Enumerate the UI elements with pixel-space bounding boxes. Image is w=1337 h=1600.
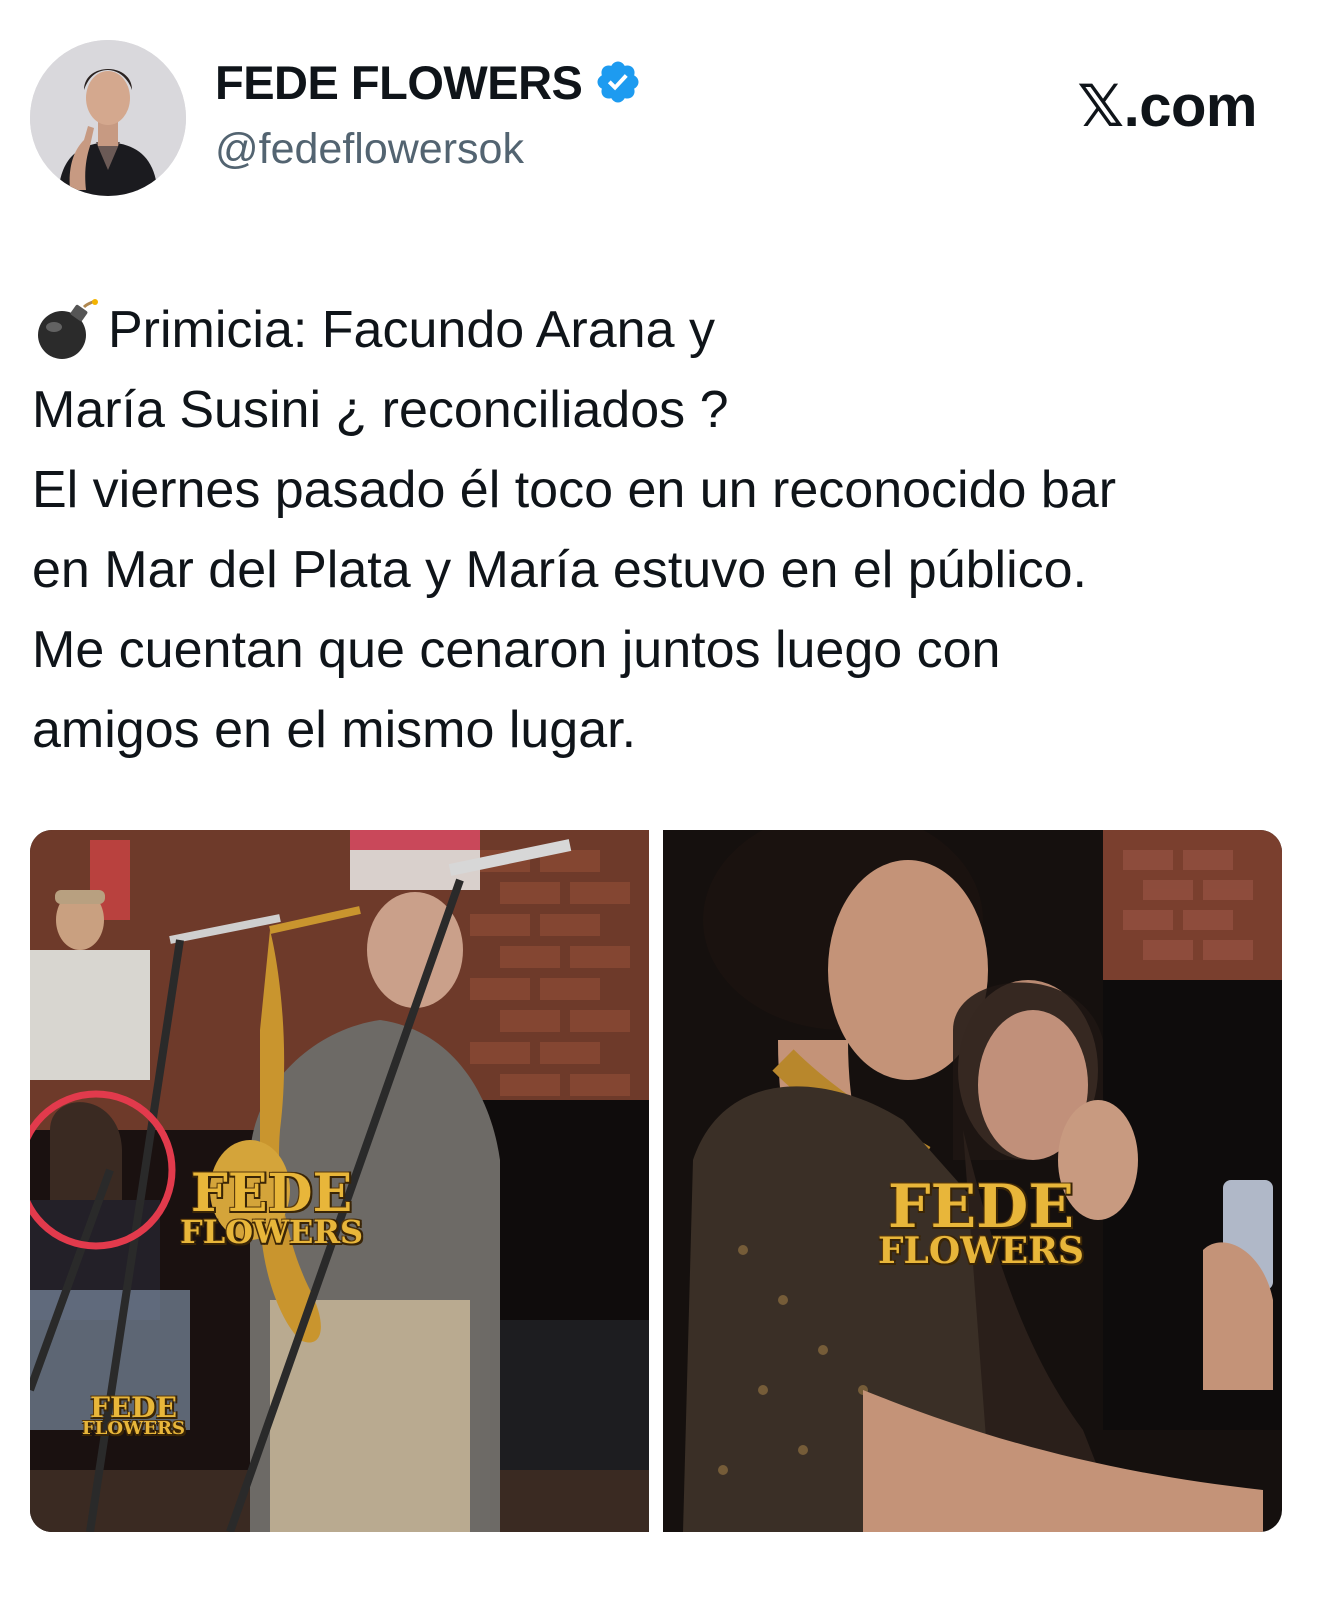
tweet-line: El viernes pasado él toco en un reconoci… — [32, 461, 1117, 519]
watermark-small: FEDE FLOWERS — [82, 1391, 186, 1439]
tweet-line-text: Primicia: Facundo Arana y — [108, 301, 715, 359]
tweet-line: Primicia: Facundo Arana y — [32, 290, 1302, 370]
tweet-text: Primicia: Facundo Arana y María Susini ¿… — [32, 290, 1302, 770]
display-name[interactable]: FEDE FLOWERS — [215, 59, 583, 106]
watermark-bottom: FLOWERS — [878, 1230, 1085, 1273]
watermark-bottom: FLOWERS — [82, 1417, 186, 1439]
photo-audience-women[interactable]: FEDE FLOWERS — [663, 830, 1282, 1532]
tweet-line: Me cuentan que cenaron juntos luego con — [32, 621, 1001, 679]
photo-saxophone-stage[interactable]: FEDE FLOWERS FEDE FLOWERS — [30, 830, 649, 1532]
bomb-icon — [38, 299, 98, 359]
watermark-main: FEDE FLOWERS — [180, 1163, 364, 1251]
watermark-top: FEDE — [887, 1172, 1075, 1242]
watermark-top: FEDE — [90, 1391, 177, 1424]
name-row: FEDE FLOWERS — [215, 58, 642, 106]
tweet-header: FEDE FLOWERS @fedeflowersok 𝕏.com — [0, 0, 1337, 230]
tweet-line: amigos en el mismo lugar. — [32, 701, 637, 759]
tweet-line: en Mar del Plata y María estuvo en el pú… — [32, 541, 1088, 599]
media-grid: FEDE FLOWERS FEDE FLOWERS FEDE FLOWERS — [30, 830, 1282, 1532]
avatar[interactable] — [30, 40, 186, 196]
verified-badge-icon — [597, 61, 639, 103]
watermark-main: FEDE FLOWERS — [878, 1172, 1085, 1273]
x-com-logo: 𝕏.com — [1077, 74, 1257, 139]
avatar-image — [30, 40, 186, 196]
user-handle[interactable]: @fedeflowersok — [215, 128, 524, 171]
watermark-top: FEDE — [190, 1163, 353, 1224]
watermark-bottom: FLOWERS — [180, 1212, 364, 1251]
tweet-line: María Susini ¿ reconciliados ? — [32, 381, 729, 439]
